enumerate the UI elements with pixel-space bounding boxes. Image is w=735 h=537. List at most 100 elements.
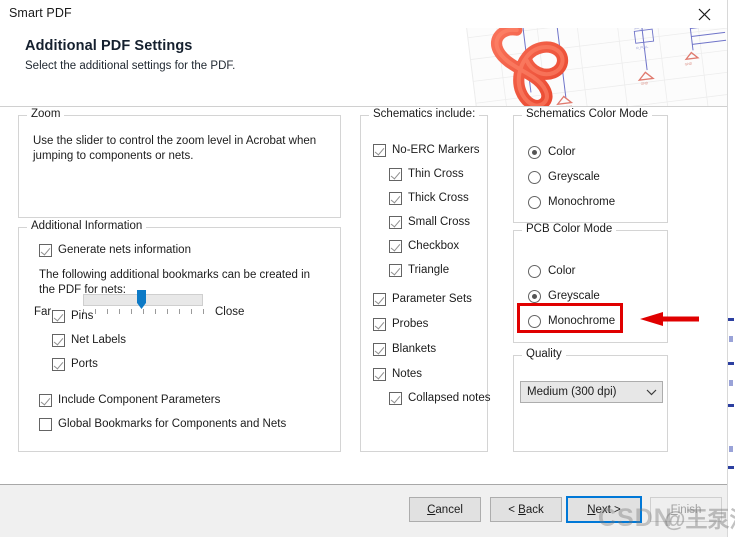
- checkbox-box: [39, 243, 52, 257]
- radio-label: Monochrome: [548, 315, 616, 327]
- radio-box: [528, 145, 541, 159]
- checkbox-net-labels[interactable]: Net Labels: [52, 332, 126, 348]
- close-button[interactable]: [682, 0, 727, 28]
- radio-label: Monochrome: [548, 196, 616, 208]
- close-icon: [698, 8, 711, 20]
- radio-box: [528, 264, 541, 278]
- checkbox-label: Collapsed notes: [408, 392, 491, 404]
- checkbox-no-erc-markers[interactable]: No-ERC Markers: [373, 142, 480, 158]
- radio-box: [528, 314, 541, 328]
- checkbox-ports[interactable]: Ports: [52, 356, 98, 372]
- checkbox-label: Thick Cross: [408, 192, 469, 204]
- checkbox-box: [389, 239, 402, 253]
- checkbox-label: Parameter Sets: [392, 293, 472, 305]
- checkbox-label: Blankets: [392, 343, 437, 355]
- next-button[interactable]: Next >: [566, 496, 642, 523]
- cancel-button-label: Cancel: [427, 503, 463, 516]
- quality-dropdown[interactable]: Medium (300 dpi): [520, 381, 663, 403]
- checkbox-triangle[interactable]: Triangle: [389, 262, 449, 278]
- checkbox-box: [373, 143, 386, 157]
- page-subtitle: Select the additional settings for the P…: [25, 60, 236, 72]
- checkbox-box: [373, 342, 386, 356]
- background-app-sliver: [727, 0, 735, 537]
- quality-selected-value: Medium (300 dpi): [527, 386, 617, 398]
- checkbox-label: Probes: [392, 318, 429, 330]
- radio-label: Greyscale: [548, 171, 600, 183]
- checkbox-pins[interactable]: Pins: [52, 308, 93, 324]
- checkbox-box: [389, 263, 402, 277]
- checkbox-box: [373, 317, 386, 331]
- zoom-group: Zoom Use the slider to control the zoom …: [18, 108, 341, 318]
- dialog-body: Zoom Use the slider to control the zoom …: [0, 107, 727, 484]
- checkbox-include-component-parameters[interactable]: Include Component Parameters: [39, 392, 220, 408]
- window-title: Smart PDF: [9, 6, 72, 20]
- schematics-color-mode-legend: Schematics Color Mode: [522, 108, 653, 120]
- radio-label: Color: [548, 265, 576, 277]
- checkbox-small-cross[interactable]: Small Cross: [389, 214, 470, 230]
- cancel-button[interactable]: Cancel: [409, 497, 481, 522]
- checkbox-label: Generate nets information: [58, 244, 191, 256]
- checkbox-label: No-ERC Markers: [392, 144, 480, 156]
- checkbox-label: Notes: [392, 368, 423, 380]
- checkbox-checkbox[interactable]: Checkbox: [389, 238, 459, 254]
- nets-bookmark-note: The following additional bookmarks can b…: [39, 269, 311, 296]
- additional-information-legend: Additional Information: [27, 220, 147, 232]
- checkbox-box: [52, 357, 65, 371]
- finish-button-label: Finish: [670, 503, 702, 516]
- checkbox-label: Pins: [71, 310, 94, 322]
- quality-legend: Quality: [522, 348, 566, 360]
- radio-pcb-color[interactable]: Color: [528, 263, 575, 279]
- radio-box: [528, 170, 541, 184]
- radio-schematics-greyscale[interactable]: Greyscale: [528, 169, 600, 185]
- checkbox-label: Triangle: [408, 264, 450, 276]
- header-banner: VCC_3V3 GND GND NET_A1 R12 100k SIG_OUT …: [0, 28, 727, 107]
- checkbox-box: [389, 191, 402, 205]
- checkbox-label: Global Bookmarks for Components and Nets: [58, 418, 287, 430]
- checkbox-probes[interactable]: Probes: [373, 316, 428, 332]
- pcb-color-mode-legend: PCB Color Mode: [522, 223, 617, 235]
- checkbox-box: [39, 417, 52, 431]
- radio-pcb-monochrome[interactable]: Monochrome: [528, 313, 615, 329]
- checkbox-box: [389, 215, 402, 229]
- checkbox-box: [52, 333, 65, 347]
- next-button-label: Next >: [587, 503, 621, 516]
- checkbox-notes[interactable]: Notes: [373, 366, 422, 382]
- acrobat-banner-artwork: VCC_3V3 GND GND NET_A1 R12 100k SIG_OUT …: [432, 28, 727, 107]
- checkbox-blankets[interactable]: Blankets: [373, 341, 436, 357]
- zoom-group-legend: Zoom: [27, 108, 65, 120]
- checkbox-parameter-sets[interactable]: Parameter Sets: [373, 291, 472, 307]
- schematics-color-mode-group: Schematics Color Mode Color Greyscale Mo…: [513, 108, 668, 223]
- checkbox-thick-cross[interactable]: Thick Cross: [389, 190, 469, 206]
- finish-button: Finish: [650, 497, 722, 522]
- checkbox-box: [52, 309, 65, 323]
- additional-information-group: Additional Information Generate nets inf…: [18, 220, 341, 452]
- checkbox-box: [373, 367, 386, 381]
- radio-pcb-greyscale[interactable]: Greyscale: [528, 288, 600, 304]
- radio-schematics-color[interactable]: Color: [528, 144, 575, 160]
- checkbox-generate-nets-information[interactable]: Generate nets information: [39, 242, 191, 258]
- checkbox-label: Ports: [71, 358, 98, 370]
- checkbox-thin-cross[interactable]: Thin Cross: [389, 166, 464, 182]
- radio-label: Color: [548, 146, 576, 158]
- radio-schematics-monochrome[interactable]: Monochrome: [528, 194, 615, 210]
- checkbox-collapsed-notes[interactable]: Collapsed notes: [389, 390, 490, 406]
- checkbox-label: Net Labels: [71, 334, 126, 346]
- back-button-label: < Back: [508, 503, 544, 516]
- chevron-down-icon: [640, 389, 662, 396]
- checkbox-box: [389, 391, 402, 405]
- checkbox-label: Thin Cross: [408, 168, 464, 180]
- checkbox-box: [373, 292, 386, 306]
- checkbox-box: [389, 167, 402, 181]
- checkbox-global-bookmarks[interactable]: Global Bookmarks for Components and Nets: [39, 416, 286, 432]
- radio-box: [528, 289, 541, 303]
- radio-box: [528, 195, 541, 209]
- quality-group: Quality Medium (300 dpi): [513, 348, 668, 452]
- dialog-footer: Cancel < Back Next > Finish: [0, 484, 727, 537]
- title-bar: Smart PDF: [0, 0, 727, 28]
- screenshot-root: Smart PDF GND GND R_PULL Additional PDF …: [0, 0, 735, 537]
- zoom-description: Use the slider to control the zoom level…: [33, 135, 317, 162]
- checkbox-box: [39, 393, 52, 407]
- back-button[interactable]: < Back: [490, 497, 562, 522]
- radio-label: Greyscale: [548, 290, 600, 302]
- checkbox-label: Checkbox: [408, 240, 460, 252]
